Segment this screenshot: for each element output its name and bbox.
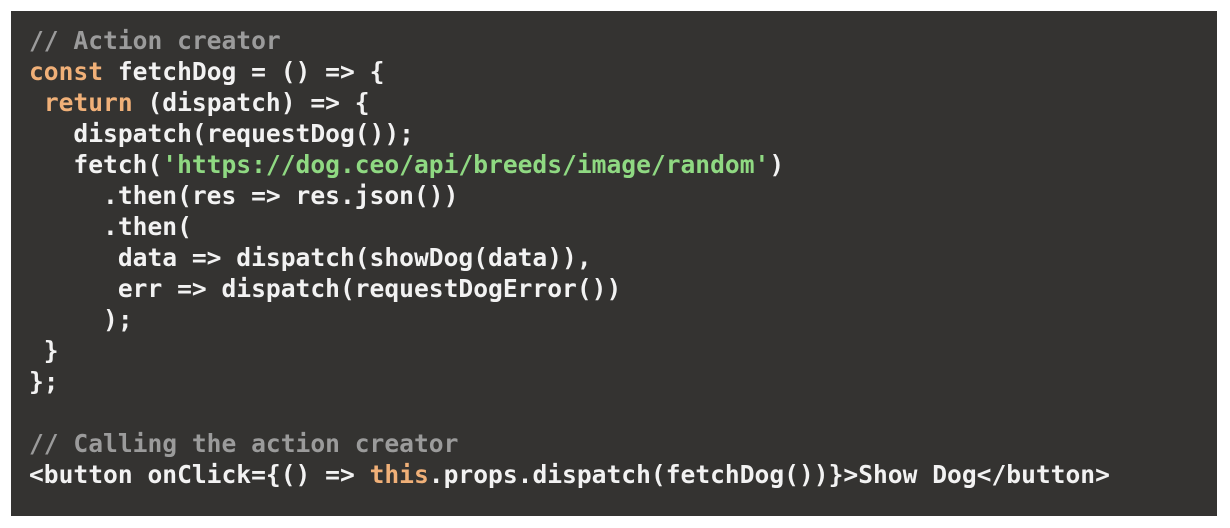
code-line: // Calling the action creator — [11, 428, 1217, 459]
code-line: }; — [11, 366, 1217, 397]
code-line: dispatch(requestDog()); — [11, 118, 1217, 149]
code-token-plain: fetchDog = () => { — [103, 57, 385, 86]
code-token-plain: ); — [29, 305, 133, 334]
code-line: } — [11, 335, 1217, 366]
code-token-comment: // Action creator — [29, 26, 281, 55]
code-line: ); — [11, 304, 1217, 335]
code-token-plain: }; — [29, 367, 59, 396]
code-token-plain: dispatch(requestDog()); — [29, 119, 414, 148]
code-token-keyword: this — [369, 460, 429, 489]
code-token-plain: (dispatch) => { — [132, 88, 370, 117]
code-line: err => dispatch(requestDogError()) — [11, 273, 1217, 304]
code-token-plain: err => dispatch(requestDogError()) — [29, 274, 622, 303]
code-line: data => dispatch(showDog(data)), — [11, 242, 1217, 273]
code-line: .then( — [11, 211, 1217, 242]
code-token-plain: .then(res => res.json()) — [29, 181, 459, 210]
code-lines-container: // Action creator const fetchDog = () => … — [11, 25, 1217, 490]
code-line: .then(res => res.json()) — [11, 180, 1217, 211]
code-line: const fetchDog = () => { — [11, 56, 1217, 87]
code-token-plain: fetch( — [29, 150, 163, 179]
code-token-plain: data => dispatch(showDog(data)), — [29, 243, 592, 272]
code-line: // Action creator — [11, 25, 1217, 56]
code-token-comment: // Calling the action creator — [29, 429, 459, 458]
code-line: <button onClick={() => this.props.dispat… — [11, 459, 1217, 490]
code-token-plain: .props.dispatch(fetchDog())}>Show Dog</b… — [428, 460, 1110, 489]
code-block[interactable]: // Action creator const fetchDog = () => … — [11, 11, 1217, 516]
code-line: fetch('https://dog.ceo/api/breeds/image/… — [11, 149, 1217, 180]
code-line: return (dispatch) => { — [11, 87, 1217, 118]
code-token-plain: .then( — [29, 212, 192, 241]
code-token-plain: ) — [769, 150, 785, 179]
code-token-string: 'https://dog.ceo/api/breeds/image/random… — [162, 150, 770, 179]
code-token-plain: <button onClick={() => — [29, 460, 370, 489]
code-token-keyword: return — [43, 88, 133, 117]
code-token-plain: } — [29, 336, 59, 365]
code-token-keyword: const — [29, 57, 104, 86]
